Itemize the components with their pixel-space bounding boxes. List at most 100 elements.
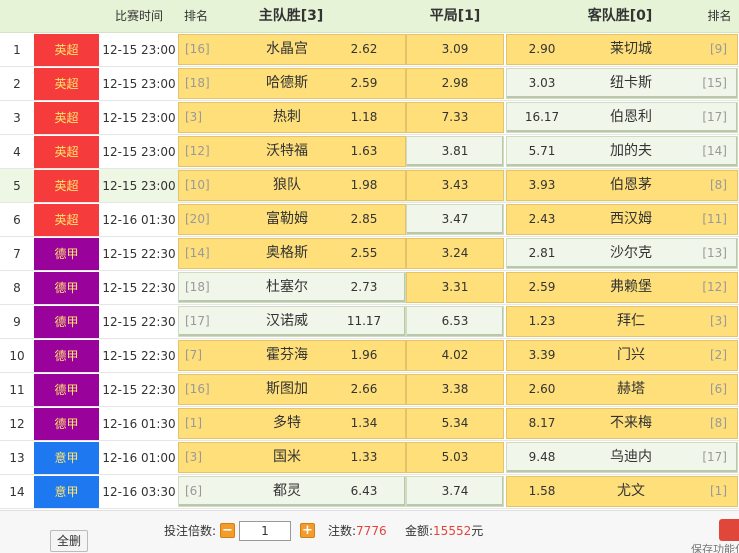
league-badge[interactable]: 意甲 xyxy=(34,442,99,474)
league-badge[interactable]: 英超 xyxy=(34,170,99,202)
home-win-option[interactable]: [18] 杜塞尔 2.73 xyxy=(178,272,406,303)
away-win-option[interactable]: 2.59 弗赖堡 [12] xyxy=(506,272,738,303)
league-badge[interactable]: 德甲 xyxy=(34,238,99,270)
away-win-option[interactable]: 16.17 伯恩利 [17] xyxy=(506,102,738,133)
row-number: 14 xyxy=(9,485,25,499)
draw-option[interactable]: 3.09 xyxy=(406,34,504,65)
row-number: 1 xyxy=(13,43,21,57)
away-win-option[interactable]: 1.23 拜仁 [3] xyxy=(506,306,738,337)
home-rank: [3] xyxy=(185,450,202,464)
league-badge[interactable]: 英超 xyxy=(34,68,99,100)
draw-option[interactable]: 5.03 xyxy=(406,442,504,473)
away-win-option[interactable]: 3.93 伯恩茅 [8] xyxy=(506,170,738,201)
table-row: 14 意甲 12-16 03:30 [6] 都灵 6.43 3.74 1.58 尤文 [1] xyxy=(0,475,739,509)
home-win-option[interactable]: [18] 哈德斯 2.59 xyxy=(178,68,406,99)
table-row: 10 德甲 12-15 22:30 [7] 霍芬海 1.96 4.02 3.39 门兴 [2] xyxy=(0,339,739,373)
home-rank: [16] xyxy=(185,42,210,56)
away-rank: [8] xyxy=(710,416,727,430)
match-time: 12-15 23:00 xyxy=(102,77,176,91)
draw-option[interactable]: 3.24 xyxy=(406,238,504,269)
home-win-option[interactable]: [10] 狼队 1.98 xyxy=(178,170,406,201)
draw-option[interactable]: 3.43 xyxy=(406,170,504,201)
draw-option[interactable]: 2.98 xyxy=(406,68,504,99)
league-badge[interactable]: 德甲 xyxy=(34,340,99,372)
league-badge[interactable]: 德甲 xyxy=(34,408,99,440)
match-time: 12-15 23:00 xyxy=(102,145,176,159)
save-button[interactable] xyxy=(719,519,739,541)
home-win-option[interactable]: [3] 国米 1.33 xyxy=(178,442,406,473)
draw-odds: 7.33 xyxy=(441,110,469,124)
home-win-option[interactable]: [7] 霍芬海 1.96 xyxy=(178,340,406,371)
away-team: 伯恩茅 xyxy=(610,177,652,193)
home-team: 狼队 xyxy=(273,177,301,193)
draw-option[interactable]: 6.53 xyxy=(406,306,504,337)
home-win-option[interactable]: [20] 富勒姆 2.85 xyxy=(178,204,406,235)
home-win-option[interactable]: [16] 斯图加 2.66 xyxy=(178,374,406,405)
home-win-option[interactable]: [17] 汉诺威 11.17 xyxy=(178,306,406,337)
away-win-option[interactable]: 1.58 尤文 [1] xyxy=(506,476,738,507)
draw-option[interactable]: 7.33 xyxy=(406,102,504,133)
away-win-option[interactable]: 2.60 赫塔 [6] xyxy=(506,374,738,405)
home-win-option[interactable]: [6] 都灵 6.43 xyxy=(178,476,406,507)
home-win-header: 主队胜[3] xyxy=(258,8,324,24)
home-win-option[interactable]: [14] 奥格斯 2.55 xyxy=(178,238,406,269)
multiplier-input[interactable] xyxy=(239,521,291,541)
draw-option[interactable]: 3.38 xyxy=(406,374,504,405)
table-row: 9 德甲 12-15 22:30 [17] 汉诺威 11.17 6.53 1.23 拜仁 [3] xyxy=(0,305,739,339)
away-rank: [17] xyxy=(702,110,727,124)
away-win-option[interactable]: 2.81 沙尔克 [13] xyxy=(506,238,738,269)
away-win-option[interactable]: 3.03 纽卡斯 [15] xyxy=(506,68,738,99)
table-row: 7 德甲 12-15 22:30 [14] 奥格斯 2.55 3.24 2.81 沙尔克 [13] xyxy=(0,237,739,271)
home-win-option[interactable]: [12] 沃特福 1.63 xyxy=(178,136,406,167)
away-win-option[interactable]: 5.71 加的夫 [14] xyxy=(506,136,738,167)
away-odds: 3.93 xyxy=(528,178,556,192)
draw-odds: 6.53 xyxy=(441,314,469,328)
away-team: 尤文 xyxy=(617,483,645,499)
away-team: 伯恩利 xyxy=(610,109,652,125)
draw-option[interactable]: 3.74 xyxy=(406,476,504,507)
home-team: 杜塞尔 xyxy=(266,279,308,295)
draw-option[interactable]: 3.81 xyxy=(406,136,504,167)
home-win-option[interactable]: [3] 热刺 1.18 xyxy=(178,102,406,133)
away-win-option[interactable]: 8.17 不来梅 [8] xyxy=(506,408,738,439)
league-badge[interactable]: 英超 xyxy=(34,136,99,168)
home-team: 沃特福 xyxy=(266,143,308,159)
minus-icon[interactable]: − xyxy=(220,523,235,538)
home-win-option[interactable]: [1] 多特 1.34 xyxy=(178,408,406,439)
home-team: 哈德斯 xyxy=(266,75,308,91)
league-badge[interactable]: 英超 xyxy=(34,204,99,236)
draw-option[interactable]: 5.34 xyxy=(406,408,504,439)
save-function-label: 保存功能位 xyxy=(691,543,739,553)
away-win-option[interactable]: 3.39 门兴 [2] xyxy=(506,340,738,371)
match-time: 12-15 22:30 xyxy=(102,383,176,397)
league-badge[interactable]: 德甲 xyxy=(34,272,99,304)
table-row: 4 英超 12-15 23:00 [12] 沃特福 1.63 3.81 5.71 加的夫 [14] xyxy=(0,135,739,169)
draw-option[interactable]: 4.02 xyxy=(406,340,504,371)
home-win-option[interactable]: [16] 水晶宫 2.62 xyxy=(178,34,406,65)
match-time: 12-16 01:30 xyxy=(102,417,176,431)
away-win-option[interactable]: 9.48 乌迪内 [17] xyxy=(506,442,738,473)
clear-all-button[interactable]: 全删 xyxy=(50,530,88,552)
plus-icon[interactable]: + xyxy=(300,523,315,538)
away-rank: [17] xyxy=(702,450,727,464)
league-badge[interactable]: 英超 xyxy=(34,34,99,66)
away-win-option[interactable]: 2.90 莱切城 [9] xyxy=(506,34,738,65)
draw-odds: 3.81 xyxy=(441,144,469,158)
away-odds: 5.71 xyxy=(528,144,556,158)
away-odds: 1.58 xyxy=(528,484,556,498)
home-odds: 6.43 xyxy=(350,484,378,498)
league-badge[interactable]: 德甲 xyxy=(34,306,99,338)
home-rank: [16] xyxy=(185,382,210,396)
league-badge[interactable]: 英超 xyxy=(34,102,99,134)
league-badge[interactable]: 意甲 xyxy=(34,476,99,508)
match-time: 12-15 22:30 xyxy=(102,315,176,329)
draw-option[interactable]: 3.31 xyxy=(406,272,504,303)
home-rank: [18] xyxy=(185,280,210,294)
home-team: 国米 xyxy=(273,449,301,465)
away-win-option[interactable]: 2.43 西汉姆 [11] xyxy=(506,204,738,235)
league-badge[interactable]: 德甲 xyxy=(34,374,99,406)
draw-odds: 4.02 xyxy=(441,348,469,362)
time-header: 比赛时间 xyxy=(114,9,163,23)
draw-option[interactable]: 3.47 xyxy=(406,204,504,235)
home-odds: 1.33 xyxy=(350,450,378,464)
